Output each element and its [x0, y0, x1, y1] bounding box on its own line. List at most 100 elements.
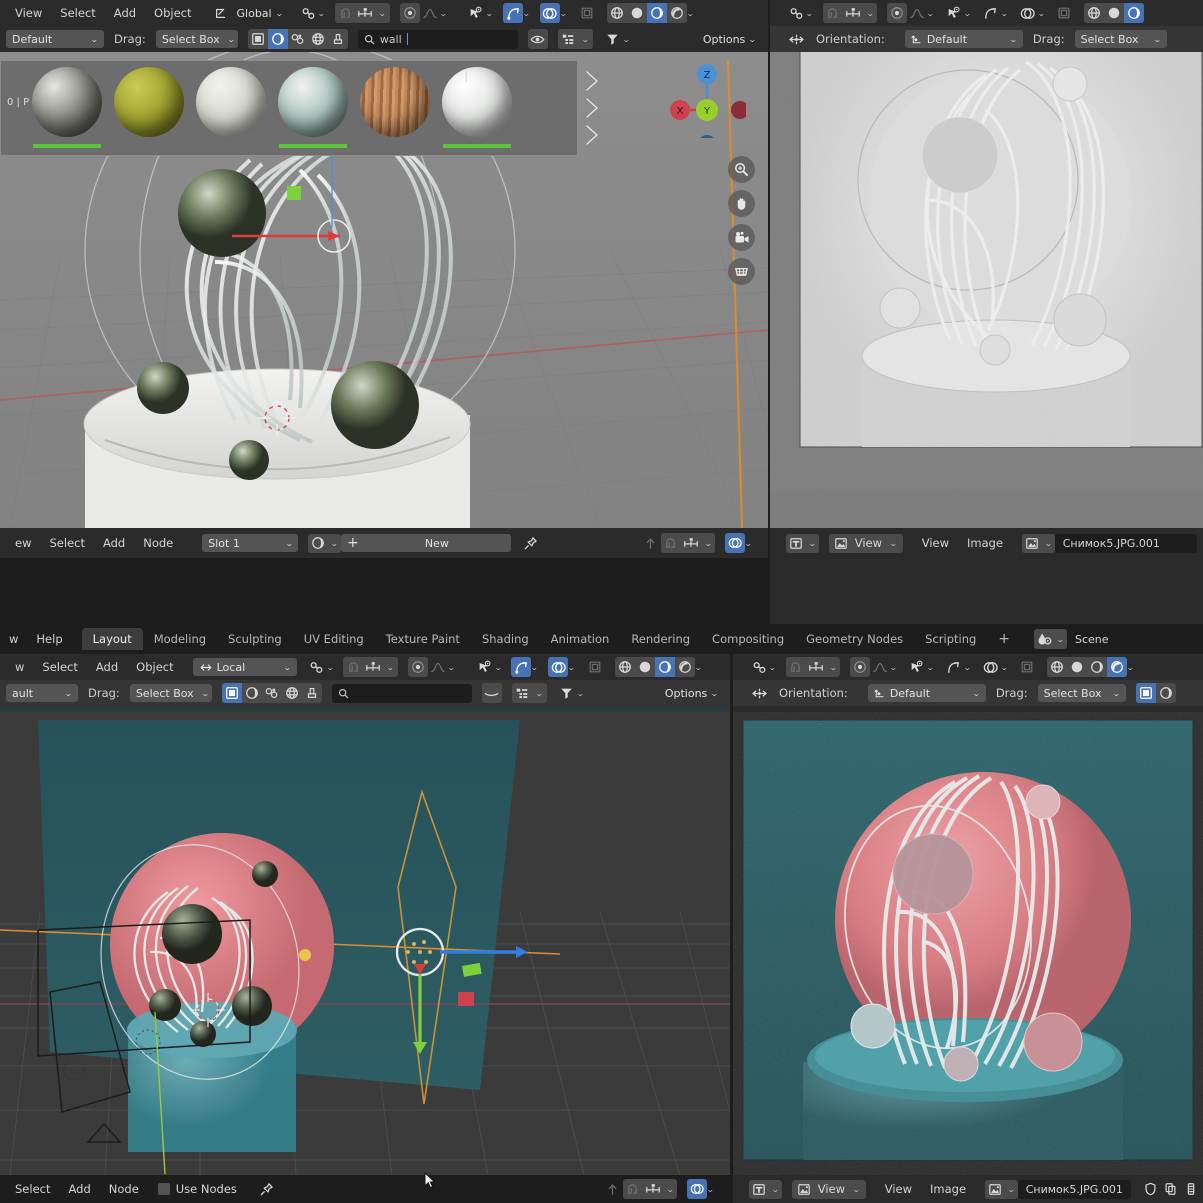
solid-icon[interactable] [1067, 657, 1087, 677]
image-icon[interactable] [985, 1179, 1005, 1199]
options-dropdown[interactable]: Options ⌄ [659, 684, 724, 702]
chevron-down-icon[interactable]: ⌄ [824, 663, 842, 672]
menu-add[interactable]: Add [87, 654, 127, 680]
chevron-down-icon[interactable]: ⌄ [317, 9, 325, 18]
chevron-down-icon[interactable]: ⌄ [1000, 9, 1008, 18]
scene-icon[interactable] [1034, 629, 1054, 649]
shading-mode-group[interactable] [1047, 657, 1128, 677]
scene-name-field[interactable]: Scene [1067, 629, 1187, 649]
image-editor-top-right[interactable]: ⌄ ⌄ ⌄ ⌄ ⌄ ⌄ Orientation: Default ⌄ Drag:… [770, 0, 1203, 528]
viewport-camera-button-top[interactable] [728, 224, 755, 251]
magnet-icon[interactable] [343, 657, 363, 677]
copy-icon[interactable] [1161, 1179, 1181, 1199]
transform-orientation-dropdown[interactable]: Local ⌄ [192, 658, 297, 676]
chevron-down-icon[interactable]: ⌄ [861, 9, 879, 18]
chevron-down-icon[interactable]: ⌄ [694, 663, 702, 672]
material-icon[interactable] [308, 533, 328, 553]
menu-image[interactable]: Image [921, 1176, 975, 1202]
menu-select[interactable]: Select [33, 654, 86, 680]
chevron-down-icon[interactable]: ⌄ [447, 663, 455, 672]
overlays-icon[interactable] [539, 3, 560, 23]
globe-icon[interactable] [308, 29, 328, 49]
chevron-down-icon[interactable]: ⌄ [699, 539, 717, 548]
show-gizmo-icon[interactable] [907, 657, 927, 677]
chevron-down-icon[interactable]: ⌄ [1126, 663, 1134, 672]
image-editor-strip-right[interactable]: ⌄ View ⌄ View Image ⌄ Снимок5.JPG.001 Pa… [770, 528, 1203, 624]
proportional-edit-icon[interactable] [887, 3, 908, 23]
globe-icon[interactable] [282, 683, 302, 703]
chevron-down-icon[interactable]: ⌄ [381, 663, 399, 672]
material-swatch[interactable] [109, 65, 189, 151]
image-editor-bottom-canvas[interactable] [733, 712, 1203, 1175]
rendered-icon[interactable] [1107, 657, 1128, 677]
chevron-down-icon[interactable]: ⌄ [963, 9, 971, 18]
snap-increment-icon[interactable] [843, 3, 863, 23]
chevron-down-icon[interactable]: ⌄ [1053, 635, 1069, 644]
image-name-field[interactable]: Снимок5.JPG.001 [1017, 1179, 1131, 1199]
viewport-bottom-header[interactable]: w Select Add Object Local ⌄ ⌄ ⌄ ⌄ ⌄ ⌄ ⌄ … [0, 654, 730, 680]
overlays-icon[interactable] [981, 657, 1001, 677]
menu-view[interactable]: View [876, 1176, 921, 1202]
overlay-icon[interactable] [725, 533, 746, 553]
move-icon[interactable] [749, 683, 769, 703]
chevron-down-icon[interactable]: ⌄ [805, 9, 813, 18]
magnet-icon[interactable] [786, 657, 806, 677]
image-editor-top-canvas[interactable] [770, 0, 1203, 528]
xray-icon[interactable] [577, 3, 597, 23]
texture-paint-icon[interactable] [288, 29, 308, 49]
overlays-icon[interactable] [548, 657, 569, 677]
pin-icon[interactable] [521, 533, 541, 553]
rendered-icon[interactable] [667, 3, 687, 23]
chevron-down-icon[interactable]: ⌄ [890, 663, 898, 672]
menu-image[interactable]: Image [958, 530, 1012, 556]
search-input[interactable] [331, 683, 472, 703]
menu-add[interactable]: Add [105, 0, 145, 26]
show-gizmo-icon[interactable] [475, 657, 495, 677]
outliner-icon[interactable] [558, 29, 578, 49]
chevron-down-icon[interactable]: ⌄ [1040, 539, 1056, 548]
menu-node[interactable]: Node [100, 1176, 148, 1202]
tab-rendering[interactable]: Rendering [620, 628, 701, 650]
chevron-down-icon[interactable]: ⌄ [530, 689, 548, 698]
move-icon[interactable] [786, 29, 806, 49]
view-mode-icon[interactable] [794, 1179, 814, 1199]
brush-icon[interactable] [302, 683, 322, 703]
viewport-top-tool-header[interactable]: Default ⌄ Drag: Select Box ⌄ wall ⌄ ⌄ Op… [0, 26, 768, 52]
eye-icon[interactable] [527, 29, 548, 49]
drag-mode-dropdown[interactable]: Select Box ⌄ [155, 30, 238, 48]
menu-object[interactable]: Object [145, 0, 200, 26]
image-editor-top-header-row1[interactable]: ⌄ ⌄ ⌄ ⌄ ⌄ ⌄ [770, 0, 1203, 26]
chevron-down-icon[interactable]: ⌄ [1000, 663, 1008, 672]
falloff-curve-icon[interactable] [870, 657, 890, 677]
status-right[interactable]: ⌄ View ⌄ View Image ⌄ Снимок5.JPG.001 [733, 1175, 1203, 1203]
snap-magnet-icon[interactable] [623, 1179, 643, 1199]
chevron-down-icon[interactable]: ⌄ [327, 539, 343, 548]
chevron-down-icon[interactable]: ⌄ [963, 663, 971, 672]
image-editor-icon[interactable] [749, 1179, 769, 1199]
xray-icon[interactable] [585, 657, 605, 677]
chevron-down-icon[interactable]: ⌄ [884, 539, 902, 548]
xray-icon[interactable] [1017, 657, 1037, 677]
gizmo-icon[interactable] [503, 3, 524, 23]
outliner-icon[interactable] [512, 683, 532, 703]
view-mode-icon[interactable] [831, 533, 851, 553]
viewport-zoom-button-top[interactable] [728, 156, 755, 183]
magnet-icon[interactable] [335, 3, 355, 23]
tab-modeling[interactable]: Modeling [143, 628, 217, 650]
chevron-down-icon[interactable]: ⌄ [439, 9, 447, 18]
material-popup-more-icon[interactable] [580, 62, 606, 154]
viewport-bottom-tool-header[interactable]: ault ⌄ Drag: Select Box ⌄ ⌄ ⌄ Options ⌄ [0, 680, 730, 706]
material-swatch[interactable] [437, 65, 517, 151]
drag-mode-dropdown[interactable]: Select Box ⌄ [1074, 30, 1167, 48]
orientation-dropdown[interactable]: Default ⌄ [867, 684, 986, 702]
orientation-icon[interactable] [211, 3, 231, 23]
chevron-down-icon[interactable]: ⌄ [767, 1185, 783, 1194]
snap-increment-icon[interactable] [806, 657, 826, 677]
chevron-down-icon[interactable]: ⌄ [661, 1185, 679, 1194]
menu-node[interactable]: Node [134, 530, 182, 556]
chevron-down-icon[interactable]: ⌄ [706, 1185, 714, 1194]
tab-sculpting[interactable]: Sculpting [217, 628, 293, 650]
drag-mode-dropdown[interactable]: Select Box ⌄ [1037, 684, 1126, 702]
brush-icon[interactable] [328, 29, 348, 49]
proportional-edit-icon[interactable] [399, 3, 420, 23]
